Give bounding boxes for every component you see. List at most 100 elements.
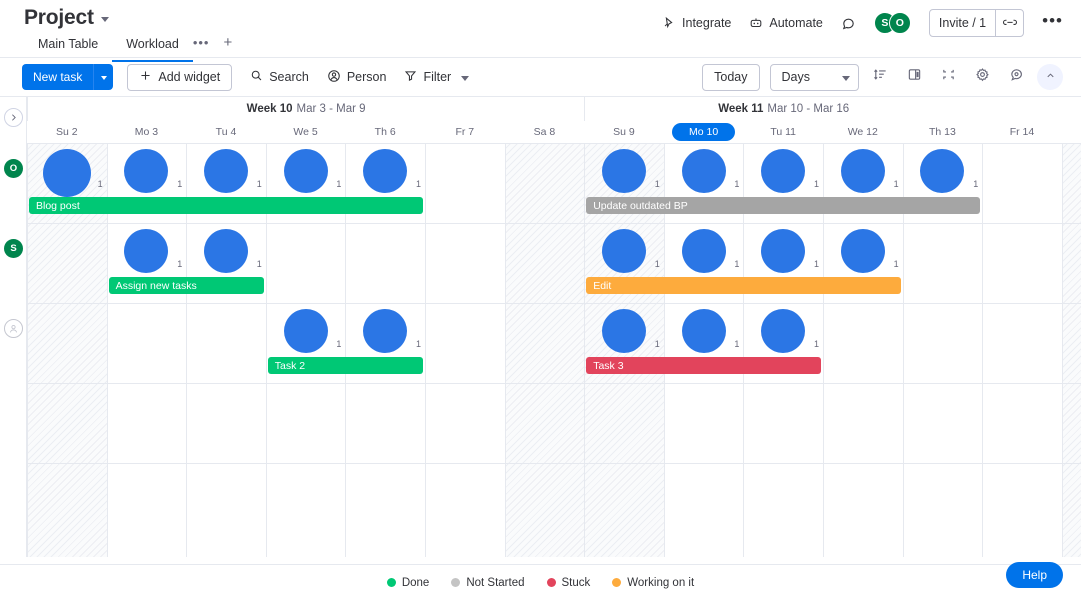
workload-bubble-count: 1 xyxy=(256,179,262,189)
avatar[interactable]: O xyxy=(888,12,911,34)
workload-bubble[interactable] xyxy=(761,309,806,353)
collapse-button[interactable] xyxy=(935,64,961,90)
add-tab-icon[interactable]: + xyxy=(213,35,242,58)
funnel-icon xyxy=(404,69,417,85)
integrate-button[interactable]: Integrate xyxy=(662,16,731,30)
row-avatar[interactable]: O xyxy=(4,159,23,178)
new-task-button[interactable]: New task xyxy=(22,64,94,90)
hide-toolbar-button[interactable] xyxy=(1037,64,1063,90)
row-avatar[interactable] xyxy=(4,319,23,338)
workload-bubble[interactable] xyxy=(283,309,328,353)
person-label: Person xyxy=(346,70,387,84)
invite-button[interactable]: Invite / 1 xyxy=(930,10,995,36)
toolbar: New task Add widget Search Person Filter… xyxy=(0,58,1081,97)
person-icon xyxy=(327,69,341,86)
day-header-label[interactable]: We 12 xyxy=(823,121,903,143)
row-divider xyxy=(27,303,1081,304)
workload-bubble[interactable] xyxy=(681,149,726,193)
workload-bubble-count: 1 xyxy=(256,259,262,269)
page-title: Project xyxy=(24,6,94,29)
new-task-dropdown-button[interactable] xyxy=(93,64,114,90)
sort-button[interactable] xyxy=(867,64,893,90)
workload-bubble[interactable] xyxy=(204,229,248,273)
day-header-label[interactable]: Mo 3 xyxy=(107,121,187,143)
task-bar[interactable]: Edit xyxy=(586,277,901,294)
day-column-weekend xyxy=(1061,143,1081,557)
workload-bubble-count: 1 xyxy=(893,179,899,189)
day-header-label[interactable]: Th 6 xyxy=(345,121,425,143)
avatar-group[interactable]: S O xyxy=(873,12,911,34)
workload-grid: OS Week 10 Mar 3 - Mar 9 Week 11 Mar 10 - M… xyxy=(0,97,1081,557)
workload-bubble[interactable] xyxy=(761,149,806,193)
automate-button[interactable]: Automate xyxy=(749,16,823,30)
automate-icon xyxy=(749,16,763,30)
week-number: Week 10 xyxy=(246,103,293,115)
more-options-button[interactable]: ••• xyxy=(1042,12,1063,31)
add-widget-button[interactable]: Add widget xyxy=(127,63,233,91)
settings-button[interactable] xyxy=(969,64,995,90)
workload-bubble[interactable] xyxy=(42,149,91,197)
workload-bubble-count: 1 xyxy=(814,339,820,349)
chat-button[interactable] xyxy=(841,16,856,31)
plus-icon xyxy=(139,69,152,85)
zoom-level-value: Days xyxy=(781,70,810,84)
workload-bubble[interactable] xyxy=(602,229,646,273)
new-task-group: New task xyxy=(22,64,114,90)
day-column xyxy=(982,143,1062,557)
task-bar[interactable]: Update outdated BP xyxy=(586,197,981,214)
search-label: Search xyxy=(269,70,309,84)
workload-bubble[interactable] xyxy=(681,229,726,273)
automate-label: Automate xyxy=(769,16,823,30)
workload-bubble[interactable] xyxy=(681,309,726,353)
task-bar[interactable]: Assign new tasks xyxy=(108,277,264,294)
day-header-label[interactable]: Fr 14 xyxy=(982,121,1062,143)
day-header-label[interactable]: Sa 8 xyxy=(505,121,585,143)
workload-bubble[interactable] xyxy=(204,149,248,193)
link-icon xyxy=(1002,15,1017,32)
week-range: Mar 10 - Mar 16 xyxy=(767,103,850,115)
workload-bubble[interactable] xyxy=(602,309,646,353)
legend-item: Stuck xyxy=(546,577,590,589)
board-title-group[interactable]: Project xyxy=(24,6,109,30)
chevron-down-icon[interactable] xyxy=(100,17,109,22)
workload-bubble[interactable] xyxy=(761,229,806,273)
day-header-label[interactable]: Fr 7 xyxy=(425,121,505,143)
split-view-button[interactable] xyxy=(901,64,927,90)
workload-bubble[interactable] xyxy=(363,309,408,353)
workload-bubble-count: 1 xyxy=(177,179,183,189)
copy-link-button[interactable] xyxy=(995,10,1023,36)
workload-bubble-count: 1 xyxy=(734,179,740,189)
board-chat-button[interactable] xyxy=(1003,64,1029,90)
collapse-icon xyxy=(941,67,956,87)
person-filter-button[interactable]: Person xyxy=(327,69,387,86)
help-button[interactable]: Help xyxy=(1006,562,1063,588)
task-bar[interactable]: Blog post xyxy=(29,197,423,214)
task-bar[interactable]: Task 2 xyxy=(267,357,423,374)
workload-bubble-count: 1 xyxy=(336,339,342,349)
task-bar[interactable]: Task 3 xyxy=(586,357,821,374)
filter-label: Filter xyxy=(423,70,452,84)
day-header-label[interactable]: Su 2 xyxy=(27,121,107,143)
today-button[interactable]: Today xyxy=(702,63,760,91)
expand-panel-button[interactable] xyxy=(4,108,23,127)
day-header[interactable]: Mo 10 xyxy=(664,121,744,143)
workload-bubble-count: 1 xyxy=(416,339,422,349)
day-header-label[interactable]: We 5 xyxy=(266,121,346,143)
workload-bubble-count: 1 xyxy=(654,259,660,269)
day-header-label[interactable]: Tu 4 xyxy=(186,121,266,143)
day-header-label[interactable]: Th 13 xyxy=(903,121,983,143)
workload-bubble[interactable] xyxy=(363,149,408,193)
row-avatar[interactable]: S xyxy=(4,239,23,258)
workload-bubble[interactable] xyxy=(840,229,885,273)
day-header-label[interactable]: Tu 11 xyxy=(743,121,823,143)
workload-bubble[interactable] xyxy=(602,149,646,193)
workload-bubble[interactable] xyxy=(283,149,328,193)
day-header-label[interactable]: Su 9 xyxy=(584,121,664,143)
row-divider xyxy=(27,383,1081,384)
tab-more-icon[interactable]: ••• xyxy=(193,36,214,58)
workload-bubble[interactable] xyxy=(840,149,885,193)
zoom-level-select[interactable]: Days xyxy=(769,63,859,91)
add-widget-label: Add widget xyxy=(158,70,221,84)
filter-button[interactable]: Filter xyxy=(404,69,470,85)
search-button[interactable]: Search xyxy=(250,69,309,85)
